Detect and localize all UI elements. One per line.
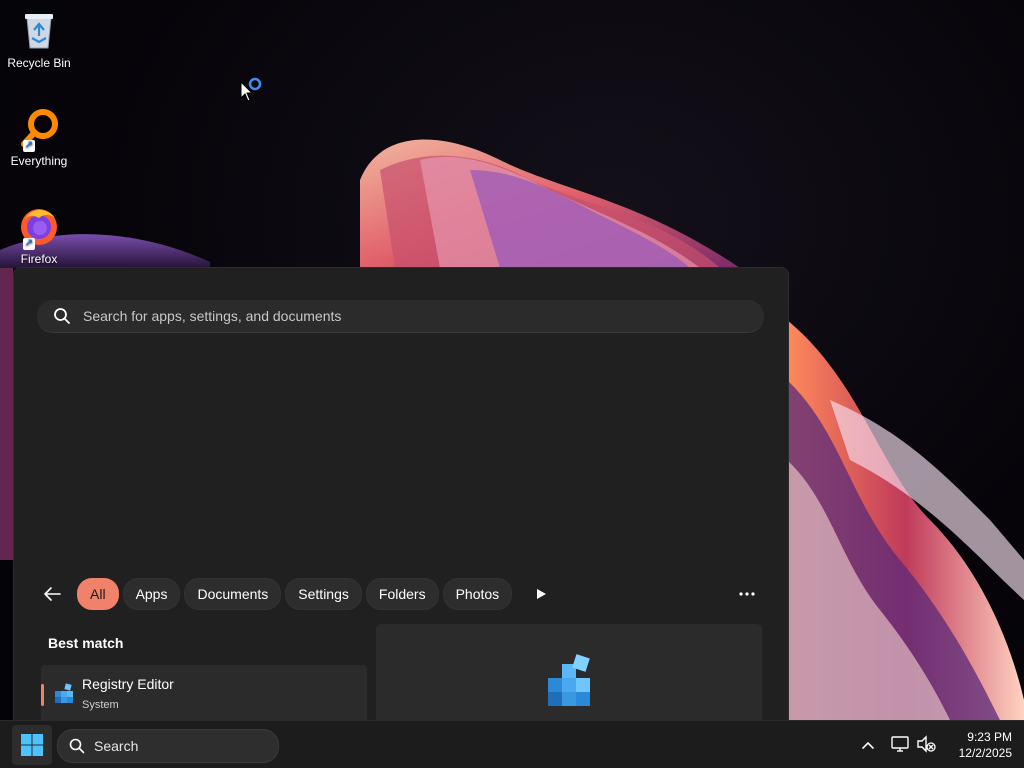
start-search-box[interactable] — [37, 300, 764, 333]
start-search-input[interactable] — [81, 301, 764, 331]
search-icon — [54, 308, 70, 324]
mouse-cursor-busy-icon — [239, 76, 267, 104]
result-subtitle: System — [82, 699, 119, 711]
filter-chip-all[interactable]: All — [77, 578, 119, 610]
taskbar-search-label: Search — [94, 738, 139, 754]
search-icon — [69, 738, 85, 754]
volume-muted-icon[interactable] — [916, 734, 936, 754]
desktop-icon-recycle-bin[interactable]: Recycle Bin — [4, 8, 74, 70]
shortcut-arrow-icon: ↗ — [23, 140, 35, 152]
filter-chip-documents[interactable]: Documents — [184, 578, 282, 610]
filter-chip-folders[interactable]: Folders — [365, 578, 439, 610]
desktop-icon-label: Everything — [10, 154, 68, 168]
search-filter-bar: All Apps Documents Settings Folders Phot… — [37, 577, 556, 611]
network-monitor-icon[interactable] — [890, 734, 910, 754]
filter-chip-apps[interactable]: Apps — [122, 578, 181, 610]
start-button[interactable] — [12, 725, 52, 765]
filter-scroll-right-button[interactable] — [526, 579, 556, 609]
clock-time: 9:23 PM — [967, 730, 1012, 744]
desktop-icon-label: Firefox — [20, 252, 58, 266]
clock-date: 12/2/2025 — [958, 746, 1012, 760]
result-title: Registry Editor — [82, 676, 174, 692]
chevron-up-icon[interactable] — [858, 735, 878, 755]
best-match-heading: Best match — [48, 635, 124, 651]
everything-search-icon: ↗ — [17, 106, 61, 152]
registry-editor-icon — [55, 683, 73, 703]
desktop-icon-label: Recycle Bin — [7, 56, 71, 70]
desktop-icon-firefox[interactable]: ↗ Firefox — [4, 204, 74, 266]
play-icon — [537, 589, 547, 599]
selection-indicator — [41, 684, 44, 706]
firefox-icon: ↗ — [17, 204, 61, 250]
back-button[interactable] — [37, 579, 67, 609]
more-dots-icon — [739, 592, 755, 596]
shortcut-arrow-icon: ↗ — [23, 238, 35, 250]
taskbar: Search 9:23 PM 12/2/2025 — [0, 720, 1024, 768]
recycle-bin-icon — [17, 8, 61, 52]
best-match-result-item[interactable]: Registry Editor System — [41, 665, 367, 721]
windows-logo-icon — [21, 734, 43, 756]
registry-editor-large-icon — [548, 654, 590, 706]
more-options-button[interactable] — [732, 579, 762, 609]
arrow-left-icon — [44, 587, 61, 601]
taskbar-search-box[interactable]: Search — [57, 729, 279, 763]
start-search-panel: All Apps Documents Settings Folders Phot… — [13, 267, 789, 721]
result-preview-pane — [376, 624, 762, 721]
filter-chip-settings[interactable]: Settings — [285, 578, 362, 610]
taskbar-clock[interactable]: 9:23 PM 12/2/2025 — [940, 729, 1012, 761]
desktop-icon-everything[interactable]: ↗ Everything — [4, 106, 74, 168]
filter-chip-photos[interactable]: Photos — [442, 578, 513, 610]
